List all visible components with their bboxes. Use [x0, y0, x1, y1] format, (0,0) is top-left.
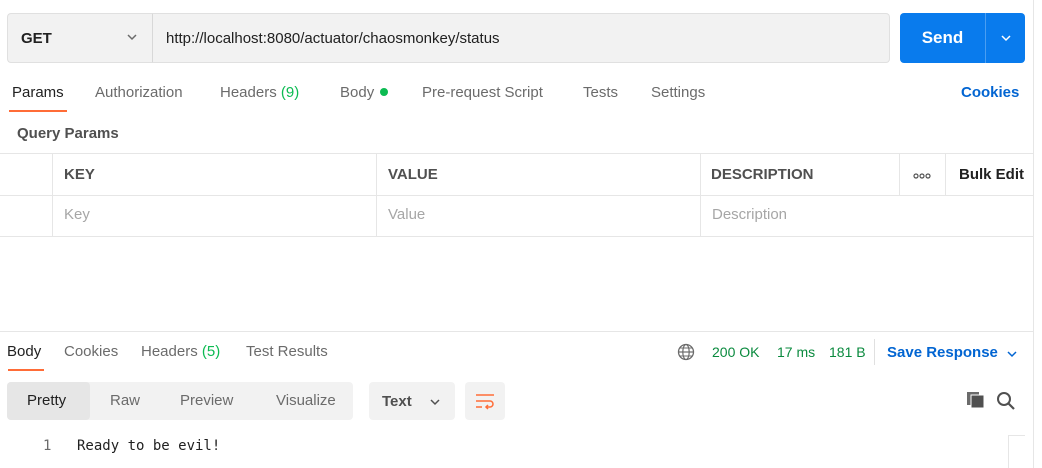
tab-headers[interactable]: Headers (9)	[220, 84, 299, 101]
mode-preview[interactable]: Preview	[180, 392, 233, 409]
chevron-down-icon[interactable]	[1006, 348, 1018, 360]
response-tab-test-results[interactable]: Test Results	[246, 343, 328, 360]
status-code[interactable]: 200 OK	[712, 344, 759, 360]
query-params-title: Query Params	[17, 125, 119, 142]
column-divider	[899, 153, 900, 195]
chevron-down-icon	[127, 34, 137, 41]
save-response-button[interactable]: Save Response	[887, 344, 998, 361]
bulk-edit-button[interactable]: Bulk Edit	[959, 166, 1024, 183]
value-input[interactable]: Value	[388, 206, 425, 223]
tab-body[interactable]: Body	[340, 84, 389, 101]
chevron-down-icon	[1000, 35, 1011, 42]
column-header-key: KEY	[64, 166, 95, 183]
tab-pre-request-script[interactable]: Pre-request Script	[422, 84, 543, 101]
copy-icon[interactable]	[966, 391, 986, 409]
cookies-link[interactable]: Cookies	[961, 84, 1019, 101]
mode-visualize[interactable]: Visualize	[276, 392, 336, 409]
response-size[interactable]: 181 B	[829, 344, 866, 360]
divider	[874, 339, 875, 365]
word-wrap-icon	[476, 394, 494, 410]
table-bottom-border	[0, 236, 1033, 237]
send-options-button[interactable]	[985, 13, 1025, 63]
url-input[interactable]: http://localhost:8080/actuator/chaosmonk…	[152, 13, 890, 63]
headers-count: (9)	[280, 84, 300, 101]
line-number: 1	[43, 438, 52, 454]
language-label: Text	[382, 392, 412, 410]
chevron-down-icon	[430, 399, 440, 406]
response-pane-border	[0, 331, 1033, 332]
tab-tests-label: Tests	[583, 84, 619, 101]
send-button[interactable]: Send	[900, 13, 985, 63]
language-select[interactable]: Text	[369, 382, 455, 420]
column-divider	[700, 153, 701, 237]
table-header-border	[0, 195, 1033, 196]
response-time[interactable]: 17 ms	[777, 344, 815, 360]
tab-tests[interactable]: Tests	[583, 84, 618, 101]
tab-params[interactable]: Params	[12, 84, 64, 101]
more-horizontal-icon[interactable]	[912, 171, 932, 181]
body-indicator-dot	[380, 88, 389, 97]
method-select[interactable]: GET	[7, 13, 152, 63]
response-tab-body[interactable]: Body	[7, 343, 41, 360]
response-tab-cookies[interactable]: Cookies	[64, 343, 118, 360]
method-label: GET	[21, 29, 52, 47]
tab-body-label: Body	[340, 84, 375, 101]
table-top-border	[0, 153, 1033, 154]
response-tab-body-label: Body	[7, 343, 42, 360]
column-header-value: VALUE	[388, 166, 438, 183]
column-divider	[945, 153, 946, 195]
url-text: http://localhost:8080/actuator/chaosmonk…	[166, 29, 500, 47]
send-label: Send	[921, 28, 964, 47]
response-tab-test-results-label: Test Results	[246, 343, 328, 360]
response-headers-count: (5)	[201, 343, 221, 360]
tab-settings-label: Settings	[651, 84, 706, 101]
right-panel-border	[1033, 0, 1034, 468]
response-tab-headers-label: Headers	[141, 343, 198, 360]
tab-authorization[interactable]: Authorization	[95, 84, 183, 101]
globe-icon[interactable]	[677, 343, 695, 361]
key-input[interactable]: Key	[64, 206, 90, 223]
tab-settings[interactable]: Settings	[651, 84, 705, 101]
mode-pretty[interactable]: Pretty	[27, 392, 66, 409]
tab-prerequest-label: Pre-request Script	[422, 84, 543, 101]
active-response-tab-indicator	[8, 369, 44, 371]
tab-authorization-label: Authorization	[95, 84, 183, 101]
response-tab-cookies-label: Cookies	[64, 343, 119, 360]
active-tab-indicator	[9, 110, 67, 112]
response-body-line[interactable]: Ready to be evil!	[77, 438, 220, 454]
tab-headers-label: Headers	[220, 84, 277, 101]
description-input[interactable]: Description	[712, 206, 787, 223]
column-divider	[52, 153, 53, 237]
scrollbar[interactable]	[1008, 435, 1025, 468]
word-wrap-button[interactable]	[465, 382, 505, 420]
tab-params-label: Params	[12, 84, 64, 101]
column-divider	[376, 153, 377, 237]
column-header-description: DESCRIPTION	[711, 166, 814, 183]
mode-raw[interactable]: Raw	[110, 392, 140, 409]
search-icon[interactable]	[996, 391, 1016, 411]
response-tab-headers[interactable]: Headers (5)	[141, 343, 220, 360]
